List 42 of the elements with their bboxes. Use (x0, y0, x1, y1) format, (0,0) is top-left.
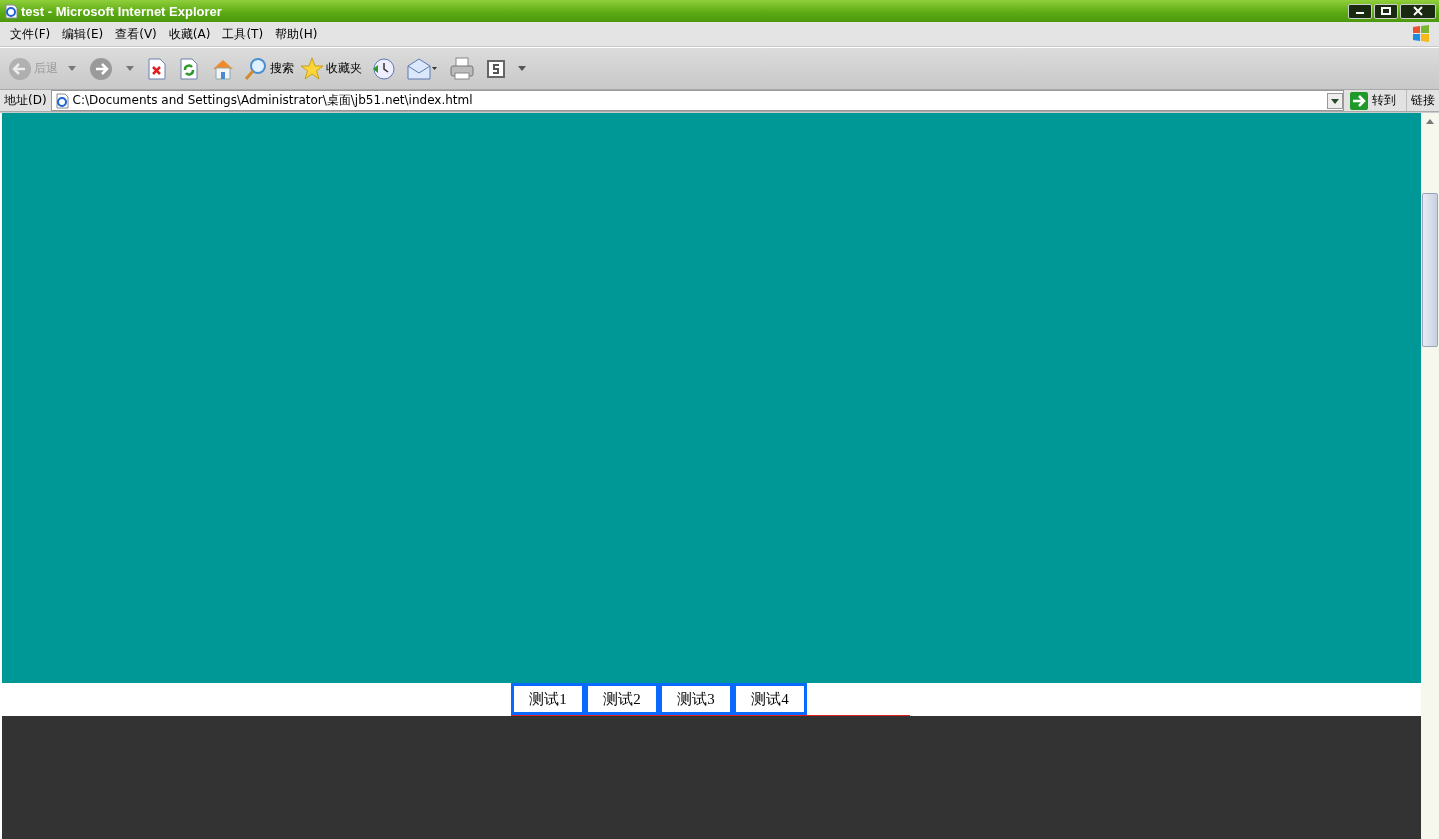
tab[interactable]: 测试4 (733, 683, 807, 715)
tab[interactable]: 测试1 (511, 683, 585, 715)
caret-icon[interactable] (518, 66, 526, 71)
maximize-icon (1381, 6, 1391, 16)
caret-icon[interactable] (68, 66, 76, 71)
go-button[interactable]: 转到 (1344, 90, 1407, 111)
menu-item[interactable]: 查看(V) (109, 25, 163, 43)
menu-item[interactable]: 编辑(E) (56, 25, 110, 43)
address-field[interactable]: C:\Documents and Settings\Administrator\桌面\jb51.net\index.html (50, 90, 1344, 111)
windows-logo-icon (1411, 24, 1431, 44)
letter-s-icon[interactable] (487, 59, 505, 78)
printer-icon[interactable] (449, 56, 475, 81)
menu-item[interactable]: 帮助(H) (269, 25, 324, 43)
links-button[interactable]: 链接 (1407, 92, 1439, 109)
history-icon[interactable] (371, 56, 395, 81)
stop-icon[interactable] (147, 57, 167, 80)
refresh-icon[interactable] (179, 57, 199, 80)
maximize-button[interactable] (1374, 3, 1398, 19)
favorites-button[interactable]: 收藏夹 (300, 56, 362, 81)
dropdown-icon[interactable] (1327, 92, 1343, 109)
menu-item[interactable]: 文件(F) (4, 25, 57, 43)
star-icon (300, 56, 324, 81)
caret-icon[interactable] (126, 66, 134, 71)
menu-item[interactable]: 工具(T) (216, 25, 270, 43)
search-icon (244, 56, 268, 81)
mail-icon[interactable] (407, 57, 437, 80)
search-button[interactable]: 搜索 (244, 56, 294, 81)
menu-item[interactable]: 收藏(A) (162, 25, 217, 43)
scrollbar-thumb[interactable] (1422, 193, 1438, 347)
tab[interactable]: 测试2 (585, 683, 659, 715)
browser-logo-icon (3, 3, 19, 19)
tab[interactable]: 测试3 (659, 683, 733, 715)
close-icon (1413, 6, 1423, 16)
page-icon (53, 92, 70, 109)
close-button[interactable] (1400, 3, 1436, 19)
minimize-button[interactable] (1348, 3, 1372, 19)
window-title: test - Microsoft Internet Explorer (21, 3, 222, 19)
address-label: 地址(D) (3, 92, 48, 109)
scroll-up-icon[interactable] (1426, 119, 1434, 124)
forward-icon[interactable] (89, 56, 113, 81)
arrow-icon (1350, 91, 1368, 110)
vertical-scrollbar[interactable] (1421, 113, 1439, 839)
